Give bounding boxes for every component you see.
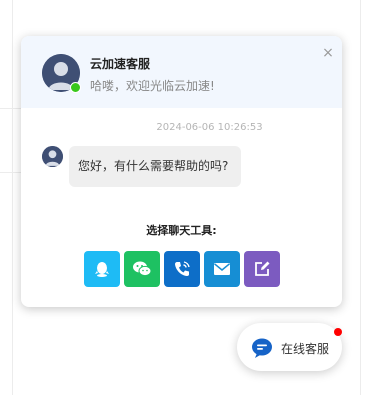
- background-divider: [360, 0, 361, 395]
- mail-icon: [214, 263, 230, 275]
- chat-header: 云加速客服 哈喽，欢迎光临云加速! ×: [21, 36, 342, 108]
- agent-name: 云加速客服: [90, 57, 151, 71]
- qq-button[interactable]: [84, 251, 120, 287]
- notification-dot: [334, 328, 342, 336]
- chat-panel: 云加速客服 哈喽，欢迎光临云加速! × 2024-06-06 10:26:53 …: [21, 36, 342, 307]
- tools-title: 选择聊天工具:: [146, 224, 217, 237]
- background-divider: [0, 172, 22, 173]
- agent-greeting: 哈喽，欢迎光临云加速!: [90, 79, 215, 93]
- close-icon[interactable]: ×: [321, 46, 335, 60]
- wechat-button[interactable]: [124, 251, 160, 287]
- chat-bubble-icon: [252, 338, 272, 358]
- background-divider: [0, 108, 22, 109]
- message-timestamp: 2024-06-06 10:26:53: [156, 122, 263, 133]
- edit-icon: [255, 261, 270, 276]
- phone-button[interactable]: [164, 251, 200, 287]
- message-bubble: 您好，有什么需要帮助的吗?: [69, 146, 241, 187]
- message-button[interactable]: [244, 251, 280, 287]
- chat-tools: [84, 251, 280, 287]
- online-status-dot: [70, 82, 81, 93]
- message-avatar: [42, 146, 63, 167]
- email-button[interactable]: [204, 251, 240, 287]
- online-service-label: 在线客服: [281, 342, 330, 356]
- background-divider: [12, 0, 13, 395]
- phone-icon: [175, 261, 190, 276]
- wechat-icon: [133, 261, 152, 277]
- qq-icon: [95, 262, 109, 277]
- online-service-button[interactable]: 在线客服: [237, 323, 342, 371]
